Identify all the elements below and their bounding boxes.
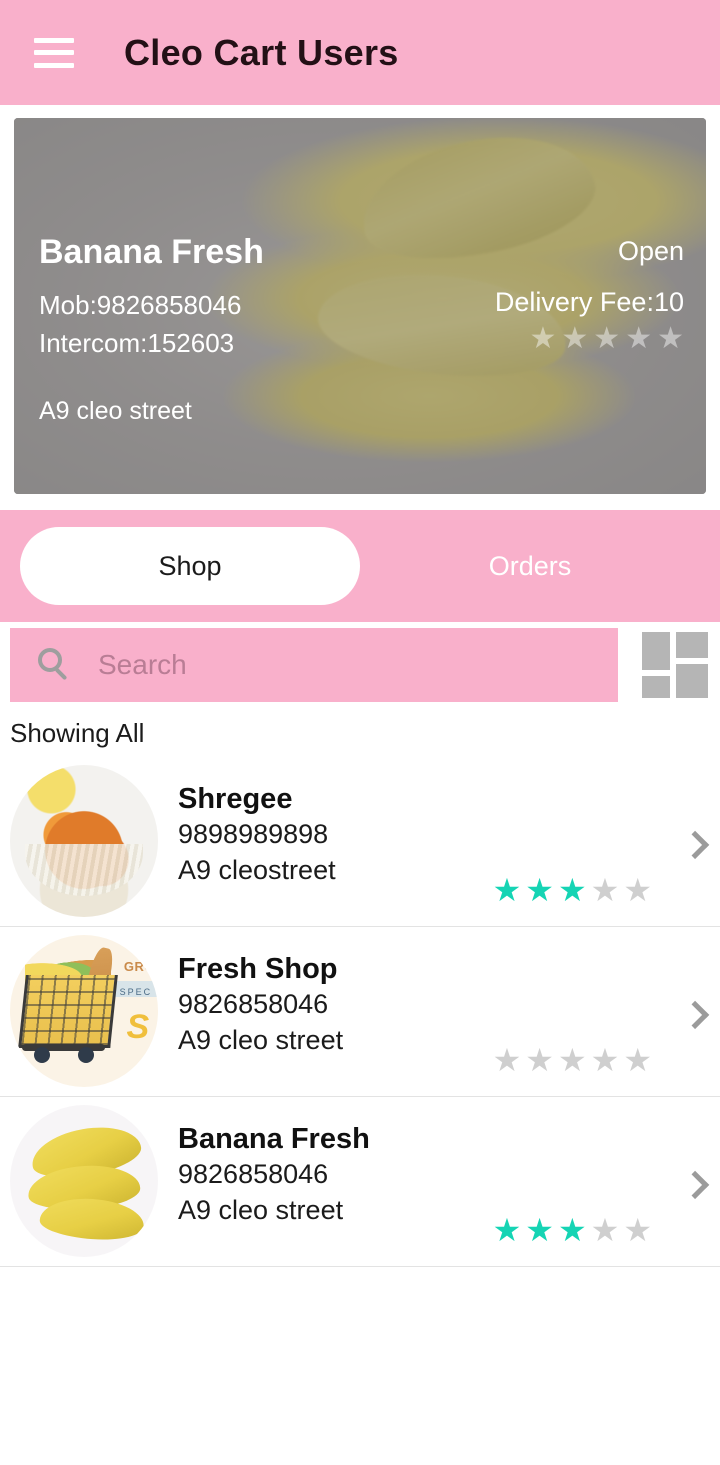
hero-shop-name: Banana Fresh <box>39 233 264 271</box>
shop-list: Shregee 9898989898 A9 cleostreet ★ ★ ★ ★ ★ G… <box>0 757 720 1267</box>
search-input[interactable] <box>98 649 618 681</box>
hero-banner-wrapper: Banana Fresh Mob:9826858046 Intercom:152… <box>0 105 720 494</box>
star-icon[interactable]: ★ <box>558 1214 587 1246</box>
thumb-cart-wheel <box>33 1046 50 1063</box>
star-icon[interactable]: ★ <box>623 1214 652 1246</box>
star-icon[interactable]: ★ <box>625 324 652 354</box>
thumb-cart-wheel <box>78 1046 95 1063</box>
tab-orders[interactable]: Orders <box>360 527 700 605</box>
hero-shop-card[interactable]: Banana Fresh Mob:9826858046 Intercom:152… <box>14 118 706 494</box>
shop-phone: 9898989898 <box>178 819 329 850</box>
tab-shop[interactable]: Shop <box>20 527 360 605</box>
star-icon[interactable]: ★ <box>657 324 684 354</box>
grid-tile <box>642 676 670 698</box>
star-icon[interactable]: ★ <box>493 874 522 906</box>
grid-tile <box>676 664 708 698</box>
search-icon <box>38 648 72 682</box>
shop-name: Fresh Shop <box>178 953 338 985</box>
hero-details-left: Banana Fresh Mob:9826858046 Intercom:152… <box>39 233 264 426</box>
hamburger-bar <box>34 62 74 68</box>
grid-layout-icon[interactable] <box>642 632 708 698</box>
star-icon[interactable]: ★ <box>525 1044 554 1076</box>
list-empty-space <box>0 1267 720 1447</box>
hamburger-bar <box>34 50 74 55</box>
list-filter-label: Showing All <box>10 718 145 748</box>
shop-thumbnail: GRO SPEC S <box>10 935 158 1087</box>
page-title: Cleo Cart Users <box>124 31 399 73</box>
thumb-text-grocery: GRO <box>123 959 156 975</box>
shop-phone: 9826858046 <box>178 1159 329 1190</box>
hamburger-menu-icon[interactable] <box>34 37 74 68</box>
app-screen: Cleo Cart Users Banana Fresh Mob:9826858… <box>0 0 720 1465</box>
star-icon[interactable]: ★ <box>525 1214 554 1246</box>
hero-open-status: Open <box>617 236 684 266</box>
hero-intercom: Intercom:152603 <box>39 328 235 359</box>
grid-tile <box>676 632 708 658</box>
shop-thumbnail <box>10 765 158 917</box>
shop-details: Fresh Shop 9826858046 A9 cleo street <box>178 935 720 1059</box>
hero-address: A9 cleo street <box>39 396 192 425</box>
shop-details: Shregee 9898989898 A9 cleostreet <box>178 765 720 889</box>
star-icon[interactable]: ★ <box>529 324 556 354</box>
hero-delivery-fee: Delivery Fee:10 <box>494 287 684 317</box>
app-header: Cleo Cart Users <box>0 0 720 105</box>
shop-rating-stars[interactable]: ★ ★ ★ ★ ★ <box>493 874 652 906</box>
star-icon[interactable]: ★ <box>623 874 652 906</box>
star-icon[interactable]: ★ <box>591 1044 620 1076</box>
star-icon[interactable]: ★ <box>561 324 588 354</box>
shop-thumbnail <box>10 1105 158 1257</box>
shop-rating-stars[interactable]: ★ ★ ★ ★ ★ <box>493 1044 652 1076</box>
list-item[interactable]: Shregee 9898989898 A9 cleostreet ★ ★ ★ ★ ★ <box>0 757 720 927</box>
thumb-text-sale: S <box>126 1007 150 1046</box>
tab-bar: Shop Orders <box>0 510 720 622</box>
hero-details-right: Open Delivery Fee:10 ★ ★ ★ ★ ★ <box>495 236 684 354</box>
shop-name: Shregee <box>178 783 293 815</box>
search-row <box>0 622 720 702</box>
grid-tile <box>642 632 670 670</box>
hero-mobile: Mob:9826858046 <box>39 290 242 321</box>
list-item[interactable]: Banana Fresh 9826858046 A9 cleo street ★… <box>0 1097 720 1267</box>
shop-phone: 9826858046 <box>178 989 329 1020</box>
hamburger-bar <box>34 37 74 43</box>
thumb-cart <box>17 974 118 1048</box>
star-icon[interactable]: ★ <box>493 1214 522 1246</box>
hero-rating-stars[interactable]: ★ ★ ★ ★ ★ <box>495 324 684 354</box>
search-field-container[interactable] <box>10 628 618 702</box>
star-icon[interactable]: ★ <box>558 874 587 906</box>
shop-details: Banana Fresh 9826858046 A9 cleo street <box>178 1105 720 1229</box>
star-icon[interactable]: ★ <box>623 1044 652 1076</box>
star-icon[interactable]: ★ <box>558 1044 587 1076</box>
shop-rating-stars[interactable]: ★ ★ ★ ★ ★ <box>493 1214 652 1246</box>
shop-name: Banana Fresh <box>178 1123 370 1155</box>
star-icon[interactable]: ★ <box>593 324 620 354</box>
list-item[interactable]: GRO SPEC S Fresh Shop 9826858046 A9 cleo… <box>0 927 720 1097</box>
star-icon[interactable]: ★ <box>493 1044 522 1076</box>
star-icon[interactable]: ★ <box>591 1214 620 1246</box>
star-icon[interactable]: ★ <box>525 874 554 906</box>
star-icon[interactable]: ★ <box>591 874 620 906</box>
thumb-text-special: SPEC <box>119 986 153 997</box>
